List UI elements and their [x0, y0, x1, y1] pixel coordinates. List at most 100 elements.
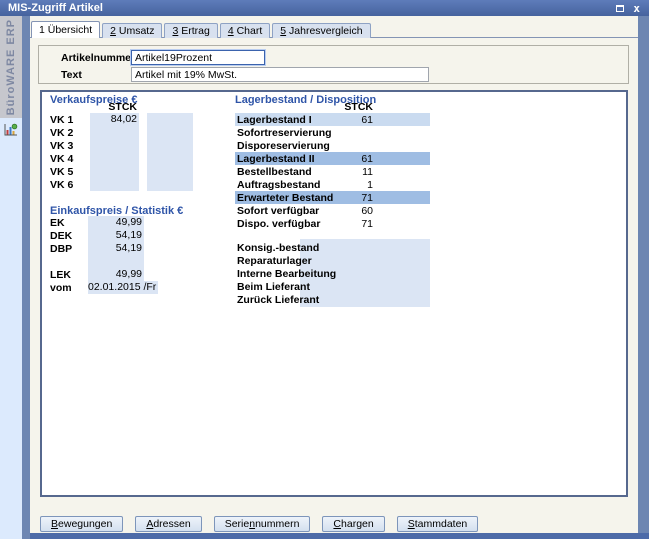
table-row: Bestellbestand11: [235, 165, 430, 178]
button-label: tammdaten: [415, 518, 468, 530]
table-row: Lagerbestand II61: [235, 152, 430, 165]
app-window: MIS-Zugriff Artikel x BüroWARE ERP 1 Übe…: [0, 0, 649, 539]
brand-strip: BüroWARE ERP: [0, 16, 22, 118]
row-value: 1: [350, 179, 373, 191]
sales-price-table: VK 184,02 VK 2 VK 3 VK 4 VK 5 VK 6: [50, 113, 193, 191]
row-label: VK 2: [50, 127, 90, 139]
button-mnemonic: S: [408, 518, 415, 530]
table-row: DEK54,19: [50, 229, 158, 242]
title-bar: MIS-Zugriff Artikel x: [0, 0, 649, 16]
tab-uebersicht[interactable]: 1 Übersicht: [31, 21, 100, 38]
window-title: MIS-Zugriff Artikel: [0, 2, 616, 14]
button-label: nummern: [255, 518, 299, 530]
bewegungen-button[interactable]: Bewegungen: [40, 516, 123, 532]
row-label: vom: [50, 282, 88, 294]
row-value: [88, 255, 144, 268]
row-value-secondary: [147, 165, 193, 178]
row-value: 71: [350, 218, 373, 230]
text-input[interactable]: [131, 67, 429, 82]
table-row: Lagerbestand I61: [235, 113, 430, 126]
article-header-group: Artikelnummer Text: [38, 45, 629, 84]
row-label: Lagerbestand I: [235, 114, 350, 126]
row-label: Sofort verfügbar: [235, 205, 350, 217]
row-value-secondary: [147, 113, 193, 126]
table-row: LEK49,99: [50, 268, 158, 281]
row-label: Sofortreservierung: [235, 127, 350, 139]
row-label: Bestellbestand: [235, 166, 350, 178]
tab-chart[interactable]: 4 Chart: [220, 23, 270, 38]
tab-ertrag[interactable]: 3 Ertrag: [164, 23, 217, 38]
row-label: Lagerbestand II: [235, 153, 350, 165]
table-row: VK 2: [50, 126, 193, 139]
row-label: VK 5: [50, 166, 90, 178]
overview-panel: Verkaufspreise € STCK VK 184,02 VK 2 VK …: [40, 90, 628, 497]
table-row: Auftragsbestand1: [235, 178, 430, 191]
button-label: hargen: [341, 518, 374, 530]
row-value: [90, 139, 139, 152]
window-frame-bottom: [30, 533, 649, 539]
row-value: 61: [350, 114, 373, 126]
table-row: Dispo. verfügbar71: [235, 217, 430, 230]
row-value: 84,02: [90, 113, 139, 126]
row-label: DEK: [50, 230, 88, 242]
tab-label: Ertrag: [178, 25, 210, 37]
button-label: Serie: [225, 518, 250, 530]
stock-table: Lagerbestand I61 Sofortreservierung Disp…: [235, 113, 430, 230]
row-label: Dispo. verfügbar: [235, 218, 350, 230]
tab-label: Chart: [234, 25, 263, 37]
row-value: 54,19: [88, 229, 144, 242]
row-value-secondary: [147, 178, 193, 191]
tab-umsatz[interactable]: 2 Umsatz: [102, 23, 162, 38]
table-row: Disporeservierung: [235, 139, 430, 152]
sales-unit-header: STCK: [90, 101, 137, 113]
tab-label: Umsatz: [116, 25, 155, 37]
row-label: VK 6: [50, 179, 90, 191]
table-row: DBP54,19: [50, 242, 158, 255]
row-value-secondary: [147, 139, 193, 152]
tab-jahresvergleich[interactable]: 5 Jahresvergleich: [272, 23, 370, 38]
row-value: 11: [350, 166, 373, 178]
chargen-button[interactable]: Chargen: [322, 516, 384, 532]
row-label: Erwarteter Bestand: [235, 192, 350, 204]
row-value: 60: [350, 205, 373, 217]
row-value: 61: [350, 153, 373, 165]
row-value: 54,19: [88, 242, 144, 255]
purchase-price-table: EK49,99 DEK54,19 DBP54,19 LEK49,99 vom02…: [50, 216, 158, 294]
table-row: VK 6: [50, 178, 193, 191]
button-mnemonic: C: [333, 518, 341, 530]
table-row: [50, 255, 158, 268]
row-label: Konsig.-bestand: [235, 242, 336, 255]
table-row: VK 4: [50, 152, 193, 165]
tab-strip: 1 Übersicht 2 Umsatz 3 Ertrag 4 Chart 5 …: [31, 21, 371, 38]
button-label: dressen: [153, 518, 190, 530]
restore-icon[interactable]: [616, 5, 624, 12]
row-label: Disporeservierung: [235, 140, 350, 152]
tab-label: Übersicht: [45, 24, 92, 36]
button-mnemonic: B: [51, 518, 58, 530]
seriennummern-button[interactable]: Seriennummern: [214, 516, 311, 532]
table-row: VK 3: [50, 139, 193, 152]
table-row: Sofortreservierung: [235, 126, 430, 139]
button-label: ewegungen: [58, 518, 112, 530]
text-label: Text: [61, 69, 82, 81]
row-value: 49,99: [88, 216, 144, 229]
table-row: Erwarteter Bestand71: [235, 191, 430, 204]
row-value: [90, 152, 139, 165]
artikelnummer-input[interactable]: [131, 50, 265, 65]
row-label: Auftragsbestand: [235, 179, 350, 191]
row-label: LEK: [50, 269, 88, 281]
table-row: EK49,99: [50, 216, 158, 229]
row-label: VK 1: [50, 114, 90, 126]
close-icon[interactable]: x: [633, 3, 640, 14]
table-row: vom02.01.2015 /Fr: [50, 281, 158, 294]
stock-unit-header: STCK: [313, 101, 373, 113]
special-stock-table: Konsig.-bestand Reparaturlager Interne B…: [235, 242, 336, 307]
chart-tool-icon[interactable]: [3, 122, 19, 138]
brand-label: BüroWARE ERP: [5, 19, 17, 115]
stammdaten-button[interactable]: Stammdaten: [397, 516, 479, 532]
row-label: Interne Bearbeitung: [235, 268, 336, 281]
bottom-button-bar: Bewegungen Adressen Seriennummern Charge…: [40, 516, 478, 532]
titlebar-buttons: x: [616, 3, 649, 14]
row-value-secondary: [147, 152, 193, 165]
adressen-button[interactable]: Adressen: [135, 516, 201, 532]
